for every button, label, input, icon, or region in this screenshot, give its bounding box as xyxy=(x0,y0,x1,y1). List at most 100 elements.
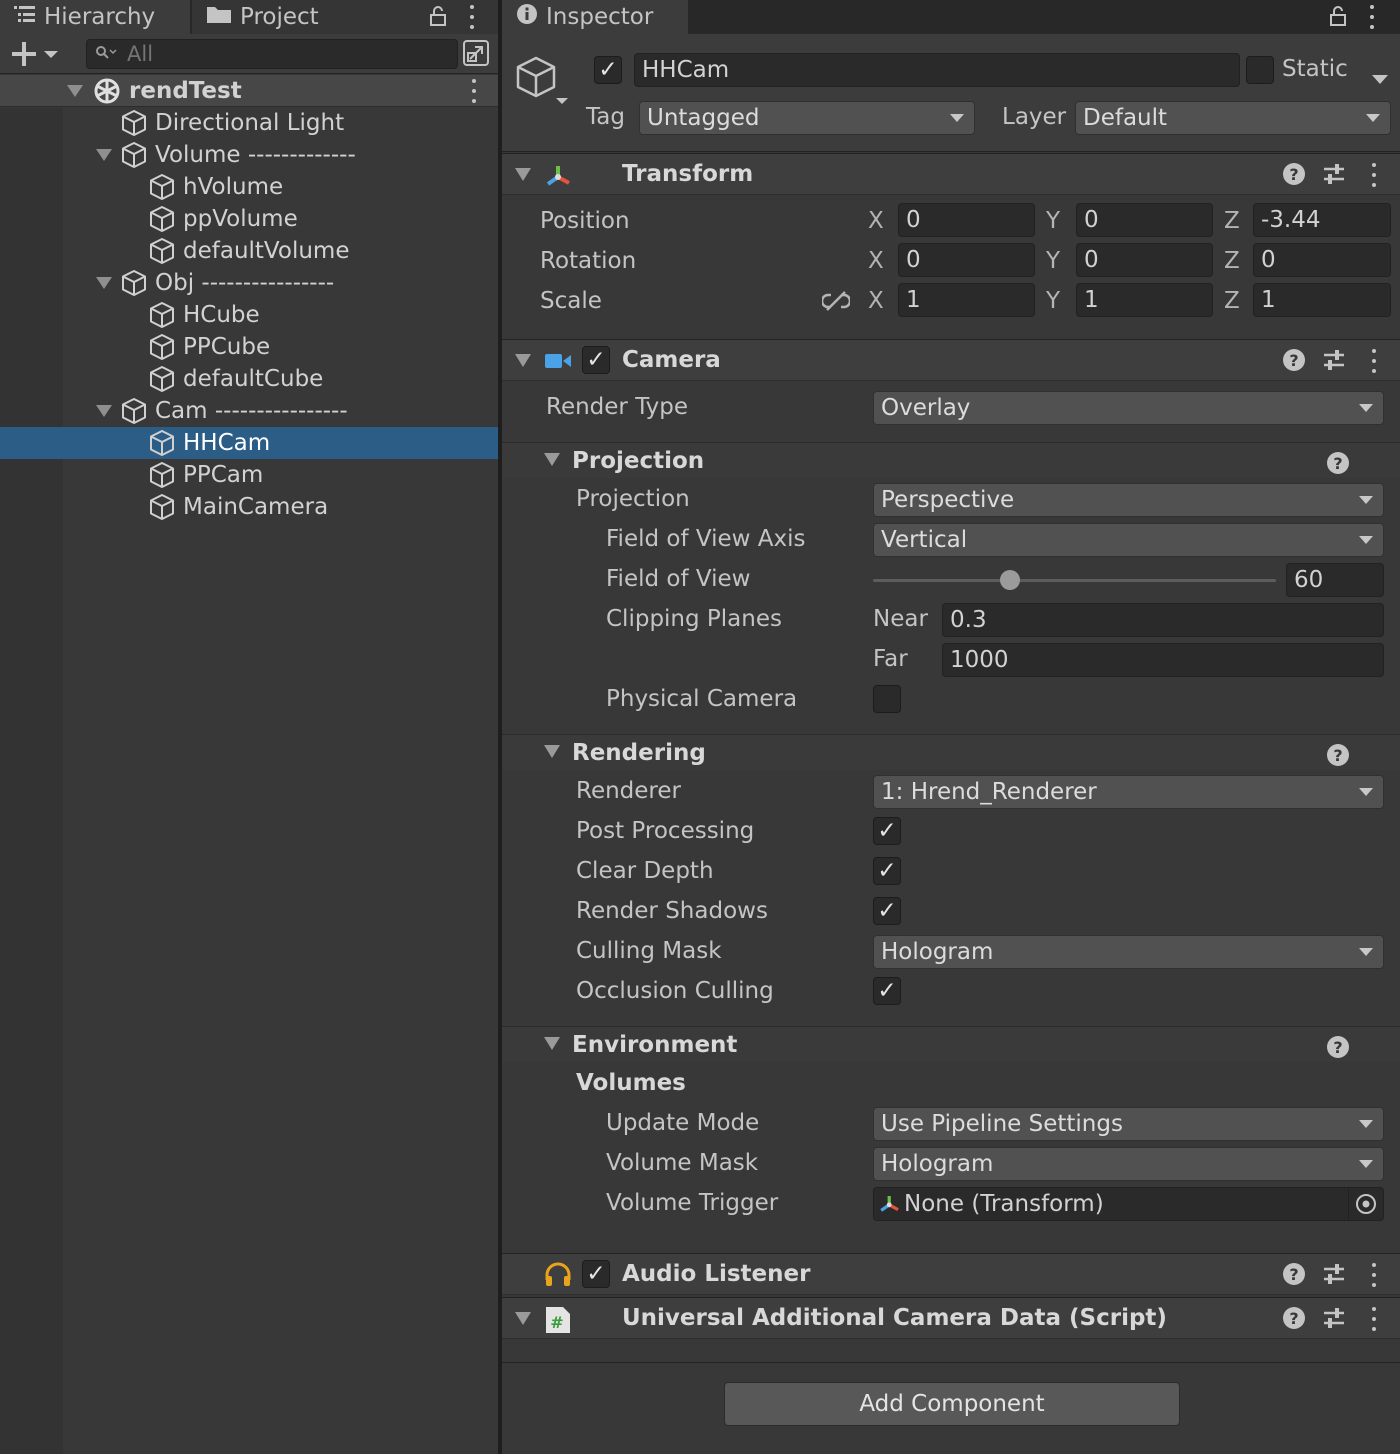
physical-camera-checkbox[interactable] xyxy=(873,685,901,713)
tab-hierarchy[interactable]: Hierarchy xyxy=(0,0,190,34)
position-x-field[interactable]: 0 xyxy=(898,203,1035,237)
scene-menu-icon[interactable] xyxy=(471,79,477,103)
hierarchy-item[interactable]: PPCube xyxy=(0,331,498,363)
presets-icon[interactable] xyxy=(1322,162,1346,194)
help-icon[interactable]: ? xyxy=(1283,163,1305,185)
foldout-expanded-icon[interactable] xyxy=(95,146,113,164)
help-icon[interactable]: ? xyxy=(1327,744,1349,766)
rotation-y-field[interactable]: 0 xyxy=(1076,243,1213,277)
post-processing-checkbox[interactable]: ✓ xyxy=(873,817,901,845)
transform-menu-icon[interactable] xyxy=(1371,163,1377,187)
help-icon[interactable]: ? xyxy=(1283,1263,1305,1285)
environment-section-header[interactable]: Environment ? xyxy=(502,1026,1400,1062)
rendering-section-header[interactable]: Rendering ? xyxy=(502,734,1400,770)
rotation-z-field[interactable]: 0 xyxy=(1253,243,1391,277)
hierarchy-item[interactable]: Volume ------------- xyxy=(0,139,498,171)
static-checkbox[interactable] xyxy=(1246,56,1274,84)
camera-header[interactable]: ✓ Camera ? xyxy=(502,339,1400,381)
hierarchy-item[interactable]: Obj ---------------- xyxy=(0,267,498,299)
rotation-x-field[interactable]: 0 xyxy=(898,243,1035,277)
projection-section-header[interactable]: Projection ? xyxy=(502,442,1400,478)
hierarchy-item[interactable]: Cam ---------------- xyxy=(0,395,498,427)
culling-mask-dropdown[interactable]: Hologram xyxy=(873,935,1384,969)
fov-slider-track[interactable] xyxy=(873,579,1276,582)
far-field[interactable]: 1000 xyxy=(942,643,1384,677)
renderer-dropdown[interactable]: 1: Hrend_Renderer xyxy=(873,775,1384,809)
gameobject-cube-icon xyxy=(120,397,148,425)
audio-listener-header[interactable]: ✓ Audio Listener ? xyxy=(502,1253,1400,1295)
audio-listener-enabled-checkbox[interactable]: ✓ xyxy=(582,1260,610,1288)
gameobject-icon[interactable] xyxy=(514,54,572,116)
hierarchy-item[interactable]: HHCam xyxy=(0,427,498,459)
help-icon[interactable]: ? xyxy=(1327,1036,1349,1058)
object-picker-icon[interactable] xyxy=(1348,1188,1383,1220)
fov-field[interactable]: 60 xyxy=(1286,563,1384,597)
scene-visibility-icon[interactable] xyxy=(462,39,490,73)
static-dropdown-arrow-icon[interactable] xyxy=(1372,65,1388,91)
search-input[interactable] xyxy=(127,42,447,66)
hierarchy-menu-icon[interactable] xyxy=(469,5,475,29)
help-icon[interactable]: ? xyxy=(1283,1307,1305,1329)
hierarchy-item[interactable]: defaultCube xyxy=(0,363,498,395)
hierarchy-item[interactable]: hVolume xyxy=(0,171,498,203)
layer-label: Layer xyxy=(1002,104,1067,130)
add-create-icon[interactable] xyxy=(10,40,66,74)
scale-x-field[interactable]: 1 xyxy=(898,283,1035,317)
foldout-expanded-icon[interactable] xyxy=(544,745,560,758)
clear-depth-checkbox[interactable]: ✓ xyxy=(873,857,901,885)
foldout-expanded-icon[interactable] xyxy=(95,274,113,292)
transform-header[interactable]: Transform ? xyxy=(502,153,1400,195)
tab-project[interactable]: Project xyxy=(192,0,498,34)
hierarchy-item[interactable]: HCube xyxy=(0,299,498,331)
position-y-field[interactable]: 0 xyxy=(1076,203,1213,237)
ucad-menu-icon[interactable] xyxy=(1371,1307,1377,1331)
lock-icon[interactable] xyxy=(428,5,448,33)
hierarchy-item[interactable]: Directional Light xyxy=(0,107,498,139)
help-icon[interactable]: ? xyxy=(1327,452,1349,474)
foldout-expanded-icon[interactable] xyxy=(515,168,531,181)
volume-mask-dropdown[interactable]: Hologram xyxy=(873,1147,1384,1181)
foldout-expanded-icon[interactable] xyxy=(544,1037,560,1050)
presets-icon[interactable] xyxy=(1322,1262,1346,1294)
inspector-menu-icon[interactable] xyxy=(1369,5,1375,29)
add-component-button[interactable]: Add Component xyxy=(724,1382,1180,1426)
camera-menu-icon[interactable] xyxy=(1371,349,1377,373)
camera-enabled-checkbox[interactable]: ✓ xyxy=(582,346,610,374)
audio-listener-menu-icon[interactable] xyxy=(1371,1263,1377,1287)
presets-icon[interactable] xyxy=(1322,1306,1346,1338)
active-checkbox[interactable]: ✓ xyxy=(594,56,622,84)
position-z-field[interactable]: -3.44 xyxy=(1253,203,1391,237)
foldout-expanded-icon[interactable] xyxy=(515,354,531,367)
hierarchy-item[interactable]: PPCam xyxy=(0,459,498,491)
foldout-expanded-icon[interactable] xyxy=(66,82,84,100)
hierarchy-item[interactable]: defaultVolume xyxy=(0,235,498,267)
hierarchy-item[interactable]: ppVolume xyxy=(0,203,498,235)
foldout-expanded-icon[interactable] xyxy=(544,453,560,466)
fov-axis-dropdown[interactable]: Vertical xyxy=(873,523,1384,557)
ucad-header[interactable]: # Universal Additional Camera Data (Scri… xyxy=(502,1297,1400,1339)
gameobject-cube-icon xyxy=(148,365,176,393)
layer-dropdown[interactable]: Default xyxy=(1075,101,1391,135)
fov-slider-thumb[interactable] xyxy=(1000,570,1021,590)
help-icon[interactable]: ? xyxy=(1283,349,1305,371)
projection-dropdown[interactable]: Perspective xyxy=(873,483,1384,517)
scene-row[interactable]: rendTest xyxy=(0,75,498,107)
foldout-expanded-icon[interactable] xyxy=(95,402,113,420)
volume-trigger-field[interactable]: None (Transform) xyxy=(873,1187,1384,1221)
tab-inspector[interactable]: Inspector xyxy=(502,0,688,34)
object-name-field[interactable]: HHCam xyxy=(634,53,1240,87)
tag-dropdown[interactable]: Untagged xyxy=(639,101,975,135)
render-shadows-checkbox[interactable]: ✓ xyxy=(873,897,901,925)
scale-z-field[interactable]: 1 xyxy=(1253,283,1391,317)
update-mode-dropdown[interactable]: Use Pipeline Settings xyxy=(873,1107,1384,1141)
presets-icon[interactable] xyxy=(1322,348,1346,380)
render-type-dropdown[interactable]: Overlay xyxy=(873,391,1384,425)
foldout-expanded-icon[interactable] xyxy=(515,1312,531,1325)
constrain-proportions-icon[interactable] xyxy=(820,289,852,319)
hierarchy-search[interactable] xyxy=(86,39,458,69)
occlusion-culling-checkbox[interactable]: ✓ xyxy=(873,977,901,1005)
near-field[interactable]: 0.3 xyxy=(942,603,1384,637)
inspector-lock-icon[interactable] xyxy=(1328,5,1348,33)
scale-y-field[interactable]: 1 xyxy=(1076,283,1213,317)
hierarchy-item[interactable]: MainCamera xyxy=(0,491,498,523)
